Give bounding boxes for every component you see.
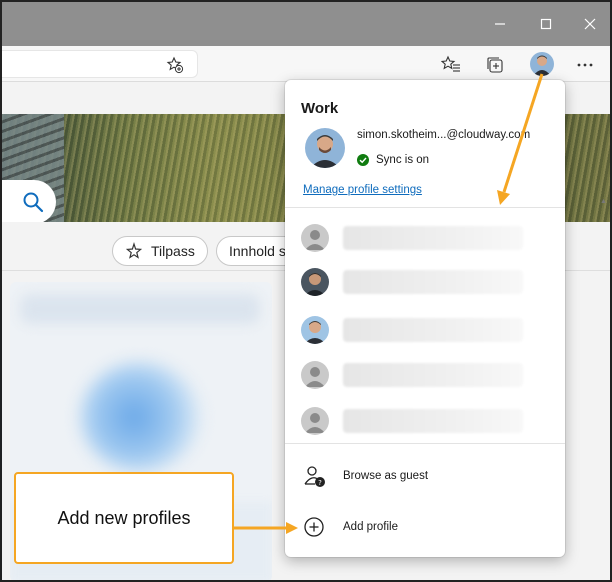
customize-sparkle-icon — [125, 242, 143, 259]
title-bar — [2, 2, 610, 46]
collections-button[interactable] — [484, 54, 506, 76]
add-profile-item[interactable]: Add profile — [303, 512, 553, 542]
favorites-button[interactable] — [440, 54, 462, 76]
other-profile-item[interactable] — [301, 361, 551, 389]
default-avatar-icon — [301, 407, 329, 435]
blurred-profile-name — [343, 226, 523, 250]
browser-window: n? Tilpass Innhold s ▲ Work — [0, 0, 612, 582]
profile-flyout: Work simon.skotheim...@cloudway.com Sync… — [285, 80, 565, 557]
profile-photo-icon — [301, 316, 329, 344]
add-profile-label: Add profile — [343, 521, 398, 533]
manage-profile-settings-link[interactable]: Manage profile settings — [303, 184, 422, 196]
blurred-profile-name — [343, 409, 523, 433]
minimize-button[interactable] — [488, 12, 512, 36]
maximize-icon — [540, 18, 552, 30]
content-label: Innhold s — [229, 243, 286, 259]
other-profile-item[interactable] — [301, 224, 551, 252]
add-circle-icon — [304, 517, 324, 537]
favorites-icon — [441, 55, 460, 72]
close-icon — [584, 18, 596, 30]
minimize-icon — [495, 23, 505, 25]
other-profile-item[interactable] — [301, 316, 551, 344]
profile-photo-icon — [301, 268, 329, 296]
blurred-profile-name — [343, 270, 523, 294]
profile-photo-icon — [530, 52, 554, 76]
sync-status[interactable]: Sync is on — [357, 154, 429, 166]
maximize-button[interactable] — [534, 12, 558, 36]
scroll-up-icon[interactable]: ▲ — [600, 198, 607, 205]
default-avatar-icon — [301, 361, 329, 389]
customize-chip[interactable]: Tilpass — [112, 236, 208, 266]
current-profile-avatar — [305, 128, 345, 168]
customize-label: Tilpass — [151, 243, 195, 259]
annotation-callout: Add new profiles — [14, 472, 234, 564]
browser-toolbar — [2, 46, 610, 82]
address-bar[interactable] — [2, 50, 198, 78]
other-profile-item[interactable] — [301, 407, 551, 435]
divider — [285, 443, 565, 444]
profile-name: Work — [301, 100, 339, 117]
blurred-profile-name — [343, 318, 523, 342]
profile-avatar-button[interactable] — [530, 52, 554, 76]
more-icon — [577, 63, 593, 67]
profile-photo-icon — [305, 128, 345, 168]
svg-text:?: ? — [318, 479, 322, 487]
collections-icon — [487, 57, 503, 73]
star-plus-icon[interactable] — [166, 56, 184, 79]
browse-as-guest-label: Browse as guest — [343, 470, 429, 482]
other-profile-item[interactable] — [301, 268, 551, 296]
guest-icon: ? — [304, 466, 325, 487]
sync-label: Sync is on — [376, 154, 430, 166]
more-button[interactable] — [574, 54, 596, 76]
default-avatar-icon — [301, 224, 329, 252]
browse-as-guest-item[interactable]: ? Browse as guest — [303, 461, 553, 491]
close-button[interactable] — [578, 12, 602, 36]
profile-email: simon.skotheim...@cloudway.com — [357, 129, 531, 141]
search-icon — [23, 192, 44, 213]
blurred-header — [20, 294, 260, 324]
divider — [285, 207, 565, 208]
blurred-graphic — [80, 362, 200, 472]
web-search-box[interactable] — [2, 180, 56, 222]
page-scrollbar[interactable]: ▲ — [600, 198, 608, 578]
blurred-profile-name — [343, 363, 523, 387]
check-circle-icon — [357, 154, 369, 166]
